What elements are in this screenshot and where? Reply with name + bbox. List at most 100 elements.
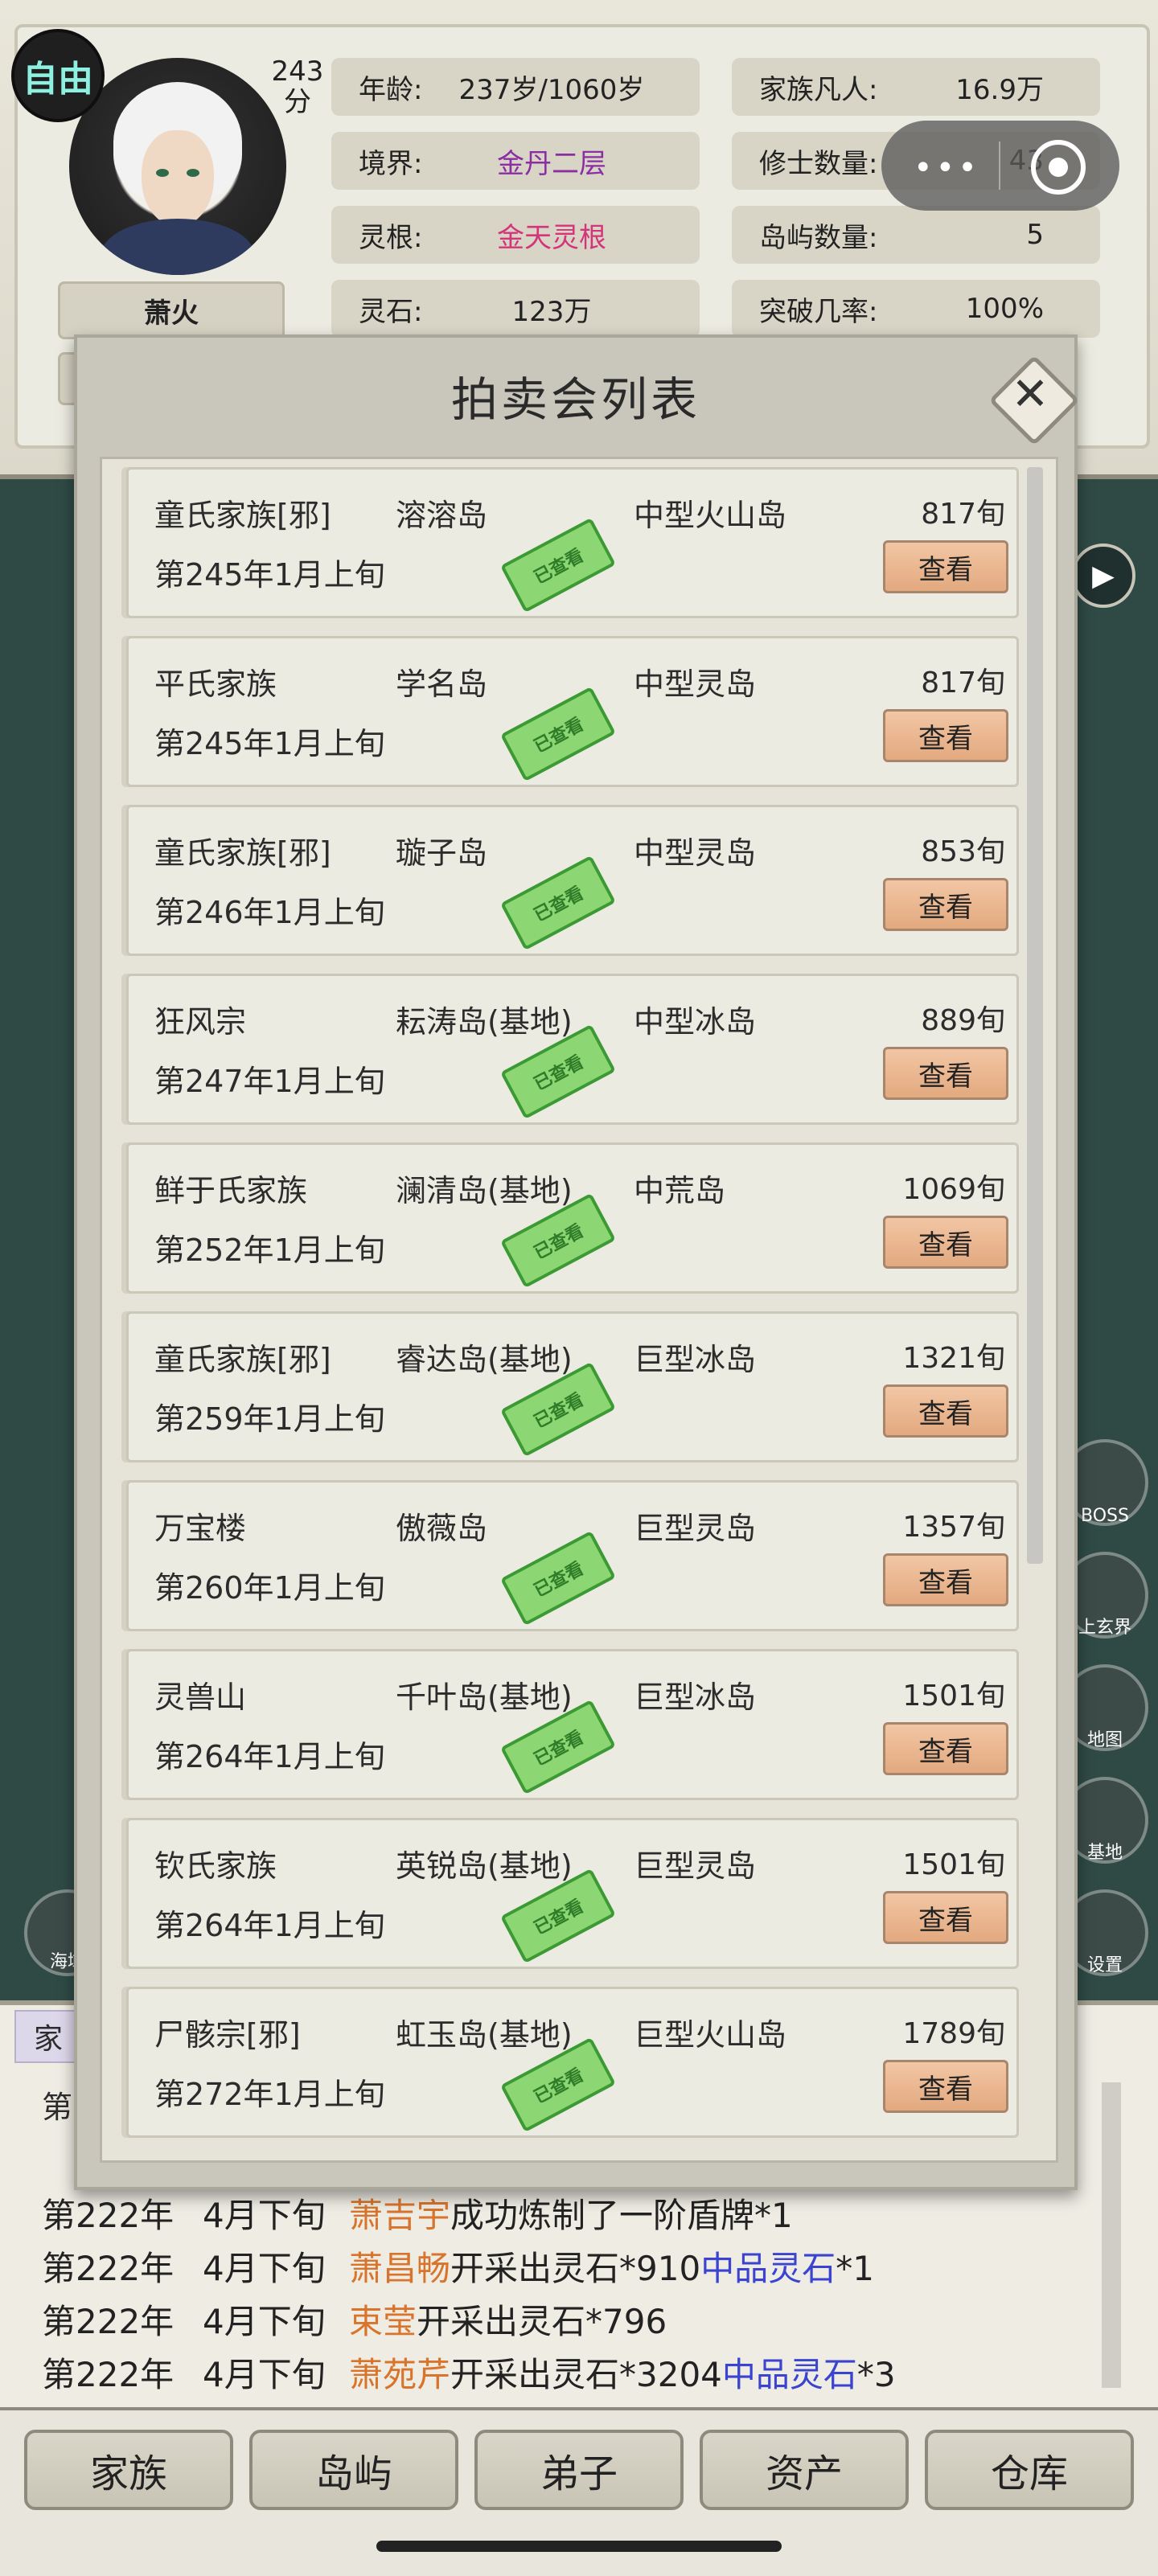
log-item: 中品灵石 bbox=[700, 2249, 836, 2288]
modal-title: 拍卖会列表 bbox=[450, 372, 700, 427]
log-tab-family[interactable]: 家 bbox=[14, 2010, 82, 2063]
nav-warehouse-button[interactable]: 仓库 bbox=[925, 2430, 1134, 2510]
row-duration: 817旬 bbox=[921, 498, 1005, 531]
avatar-eye bbox=[187, 169, 199, 177]
log-text: 开采出灵石*910 bbox=[450, 2249, 701, 2288]
view-button[interactable]: 查看 bbox=[883, 540, 1008, 593]
view-button[interactable]: 查看 bbox=[883, 1891, 1008, 1944]
log-line: 第222年 4月下旬 萧苑芹开采出灵石*3204中品灵石*3 bbox=[42, 2348, 896, 2397]
score-unit: 分 bbox=[284, 86, 311, 118]
auction-row: 童氏家族[邪] 睿达岛(基地) 巨型冰岛 1321旬 第259年1月上旬 已查看… bbox=[126, 1311, 1019, 1462]
row-island-type: 巨型灵岛 bbox=[634, 1848, 757, 1884]
view-button[interactable]: 查看 bbox=[883, 1722, 1008, 1775]
nav-islands-button[interactable]: 岛屿 bbox=[249, 2430, 458, 2510]
miniprogram-capsule[interactable]: ••• bbox=[881, 121, 1119, 211]
nav-disciples-button[interactable]: 弟子 bbox=[474, 2430, 684, 2510]
close-icon: ✕ bbox=[1011, 368, 1049, 420]
row-island: 溶溶岛 bbox=[396, 498, 488, 533]
log-year: 第222年 bbox=[42, 2302, 175, 2341]
row-clan: 童氏家族[邪] bbox=[154, 1342, 331, 1377]
view-button[interactable]: 查看 bbox=[883, 878, 1008, 931]
stat-spirit-root: 灵根: 金天灵根 bbox=[331, 206, 700, 264]
row-duration: 1501旬 bbox=[902, 1848, 1005, 1881]
close-miniprogram-icon[interactable] bbox=[1031, 140, 1086, 195]
free-mode-badge[interactable]: 自由 bbox=[11, 29, 105, 122]
row-island-type: 巨型灵岛 bbox=[634, 1511, 757, 1546]
viewed-stamp: 已查看 bbox=[499, 855, 617, 951]
view-button[interactable]: 查看 bbox=[883, 1553, 1008, 1606]
view-button[interactable]: 查看 bbox=[883, 2060, 1008, 2113]
log-line: 第222年 4月下旬 萧昌畅开采出灵石*910中品灵石*1 bbox=[42, 2242, 874, 2291]
view-button[interactable]: 查看 bbox=[883, 1216, 1008, 1269]
close-button[interactable]: ✕ bbox=[986, 352, 1080, 446]
log-line: 第222年 4月下旬 束莹开采出灵石*796 bbox=[42, 2295, 667, 2344]
more-icon[interactable]: ••• bbox=[914, 150, 980, 187]
log-year: 第222年 bbox=[42, 2196, 175, 2235]
log-item: 中品灵石 bbox=[721, 2355, 857, 2394]
row-duration: 817旬 bbox=[921, 667, 1005, 699]
play-icon[interactable]: ▶ bbox=[1071, 544, 1135, 608]
row-island: 璇子岛 bbox=[396, 835, 488, 871]
row-clan: 童氏家族[邪] bbox=[154, 835, 331, 871]
viewed-stamp: 已查看 bbox=[499, 1530, 617, 1626]
auction-row: 平氏家族 学名岛 中型灵岛 817旬 第245年1月上旬 已查看 查看 bbox=[126, 636, 1019, 787]
stat-spirit-stone: 灵石: 123万 bbox=[331, 280, 700, 338]
viewed-stamp: 已查看 bbox=[499, 686, 617, 782]
row-island-type: 中型灵岛 bbox=[634, 835, 757, 871]
avatar-face bbox=[142, 130, 214, 227]
row-date: 第245年1月上旬 bbox=[154, 726, 385, 761]
log-text: 开采出灵石*796 bbox=[417, 2302, 667, 2341]
log-year: 第222年 bbox=[42, 2355, 175, 2394]
row-island-type: 中型冰岛 bbox=[634, 1004, 757, 1040]
auction-row: 鲜于氏家族 澜清岛(基地) 中荒岛 1069旬 第252年1月上旬 已查看 查看 bbox=[126, 1142, 1019, 1294]
log-person[interactable]: 束莹 bbox=[349, 2302, 417, 2341]
home-indicator[interactable] bbox=[376, 2541, 782, 2552]
row-clan: 钦氏家族 bbox=[154, 1848, 277, 1884]
row-island-type: 中荒岛 bbox=[634, 1173, 726, 1208]
nav-family-button[interactable]: 家族 bbox=[24, 2430, 233, 2510]
log-person[interactable]: 萧昌畅 bbox=[349, 2249, 450, 2288]
row-island-type: 中型火山岛 bbox=[634, 498, 787, 533]
auction-row: 钦氏家族 英锐岛(基地) 巨型灵岛 1501旬 第264年1月上旬 已查看 查看 bbox=[126, 1818, 1019, 1969]
stat-age: 年龄: 237岁/1060岁 bbox=[331, 58, 700, 116]
row-clan: 万宝楼 bbox=[154, 1511, 247, 1546]
avatar-robe bbox=[101, 219, 254, 275]
row-date: 第264年1月上旬 bbox=[154, 1739, 385, 1774]
log-scrollbar[interactable] bbox=[1102, 2082, 1121, 2388]
view-button[interactable]: 查看 bbox=[883, 1047, 1008, 1100]
stat-breakthrough: 突破几率: 100% bbox=[732, 280, 1100, 338]
row-date: 第246年1月上旬 bbox=[154, 895, 385, 930]
log-item-count: *1 bbox=[836, 2249, 874, 2288]
row-date: 第245年1月上旬 bbox=[154, 557, 385, 593]
row-clan: 童氏家族[邪] bbox=[154, 498, 331, 533]
stat-value: 金丹二层 bbox=[497, 147, 606, 180]
stat-value: 123万 bbox=[511, 295, 592, 328]
log-text: 成功炼制了一阶盾牌*1 bbox=[450, 2196, 793, 2235]
auction-row: 灵兽山 千叶岛(基地) 巨型冰岛 1501旬 第264年1月上旬 已查看 查看 bbox=[126, 1649, 1019, 1800]
log-person[interactable]: 萧吉宇 bbox=[349, 2196, 450, 2235]
row-date: 第252年1月上旬 bbox=[154, 1233, 385, 1268]
stat-value: 5 bbox=[1026, 219, 1044, 251]
log-time: 4月下旬 bbox=[203, 2302, 326, 2341]
view-button[interactable]: 查看 bbox=[883, 1384, 1008, 1438]
row-island-type: 巨型火山岛 bbox=[634, 2017, 787, 2053]
auction-row: 尸骸宗[邪] 虹玉岛(基地) 巨型火山岛 1789旬 第272年1月上旬 已查看… bbox=[126, 1987, 1019, 2138]
scrollbar-thumb[interactable] bbox=[1027, 467, 1043, 1564]
row-island: 澜清岛(基地) bbox=[396, 1173, 573, 1208]
log-time: 4月下旬 bbox=[203, 2249, 326, 2288]
view-button[interactable]: 查看 bbox=[883, 709, 1008, 762]
row-duration: 1069旬 bbox=[902, 1173, 1005, 1206]
row-date: 第264年1月上旬 bbox=[154, 1908, 385, 1943]
row-clan: 灵兽山 bbox=[154, 1680, 247, 1715]
auction-list[interactable]: 童氏家族[邪] 溶溶岛 中型火山岛 817旬 第245年1月上旬 已查看 查看 … bbox=[100, 457, 1058, 2163]
log-year: 第222年 bbox=[42, 2249, 175, 2288]
row-duration: 853旬 bbox=[921, 835, 1005, 868]
log-time: 4月下旬 bbox=[203, 2196, 326, 2235]
character-name: 萧火 bbox=[58, 281, 285, 339]
row-island-type: 中型灵岛 bbox=[634, 667, 757, 702]
row-date: 第260年1月上旬 bbox=[154, 1570, 385, 1606]
nav-assets-button[interactable]: 资产 bbox=[700, 2430, 909, 2510]
auction-row: 童氏家族[邪] 璇子岛 中型灵岛 853旬 第246年1月上旬 已查看 查看 bbox=[126, 805, 1019, 956]
auction-row: 狂风宗 耘涛岛(基地) 中型冰岛 889旬 第247年1月上旬 已查看 查看 bbox=[126, 974, 1019, 1125]
log-person[interactable]: 萧苑芹 bbox=[349, 2355, 450, 2394]
